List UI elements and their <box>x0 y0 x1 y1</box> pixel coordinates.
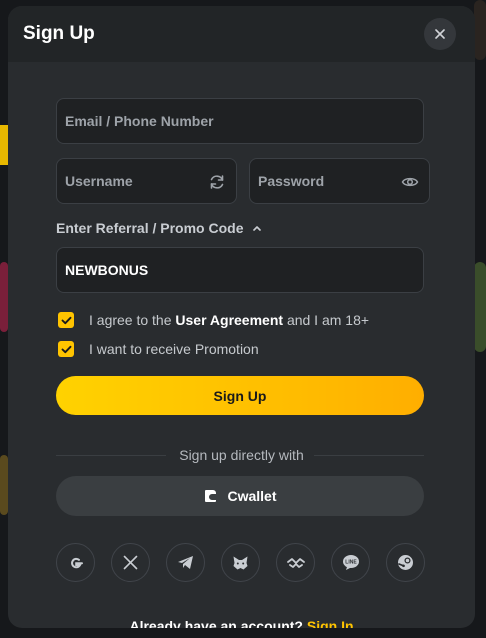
user-agreement-link[interactable]: User Agreement <box>175 312 283 328</box>
google-login-button[interactable] <box>56 543 95 582</box>
cwallet-icon <box>205 490 217 502</box>
promo-code-value: NEWBONUS <box>65 262 149 278</box>
telegram-login-button[interactable] <box>166 543 205 582</box>
promo-code-field[interactable]: NEWBONUS <box>56 247 424 293</box>
close-button[interactable] <box>424 18 456 50</box>
eye-icon[interactable] <box>401 173 419 191</box>
refresh-icon[interactable] <box>208 173 226 191</box>
walletconnect-login-button[interactable] <box>276 543 315 582</box>
walletconnect-icon <box>286 557 305 568</box>
cwallet-label: Cwallet <box>227 488 277 504</box>
username-field[interactable]: Username <box>56 158 237 204</box>
background-game-thumb <box>474 262 486 352</box>
agree-checkbox[interactable] <box>58 312 74 328</box>
close-icon <box>435 29 445 39</box>
background-banner-strip <box>0 125 8 165</box>
sign-in-link[interactable]: Sign In <box>307 618 354 628</box>
sign-up-button[interactable]: Sign Up <box>56 376 424 415</box>
password-field[interactable]: Password <box>249 158 430 204</box>
email-field[interactable]: Email / Phone Number <box>56 98 424 144</box>
x-icon <box>123 555 138 570</box>
signup-modal: Sign Up Email / Phone Number Username Pa… <box>8 6 475 628</box>
promotion-row: I want to receive Promotion <box>58 341 259 357</box>
background-game-thumb <box>0 262 8 332</box>
social-divider-text: Sign up directly with <box>179 447 304 463</box>
social-login-row: LINE <box>56 543 425 583</box>
promotion-checkbox[interactable] <box>58 341 74 357</box>
promo-toggle-label: Enter Referral / Promo Code <box>56 220 244 236</box>
metamask-icon <box>233 556 248 569</box>
signin-prompt: Already have an account? Sign In <box>8 618 475 628</box>
cwallet-button[interactable]: Cwallet <box>56 476 424 516</box>
line-icon: LINE <box>342 555 359 570</box>
background-game-thumb <box>0 455 8 515</box>
agree-suffix: and I am 18+ <box>286 312 370 328</box>
chevron-up-icon <box>252 226 261 231</box>
modal-title: Sign Up <box>23 23 95 44</box>
steam-icon <box>398 555 413 570</box>
promotion-label: I want to receive Promotion <box>89 341 259 357</box>
promo-code-toggle[interactable]: Enter Referral / Promo Code <box>56 220 262 236</box>
checkmark-icon <box>61 316 71 324</box>
checkmark-icon <box>61 345 71 353</box>
svg-text:LINE: LINE <box>345 560 357 566</box>
signin-prompt-text: Already have an account? <box>129 618 303 628</box>
modal-header: Sign Up <box>8 6 475 62</box>
agree-prefix: I agree to the <box>89 312 172 328</box>
username-placeholder: Username <box>65 173 133 189</box>
agreement-row: I agree to the User Agreement and I am 1… <box>58 312 369 328</box>
agree-text: I agree to the User Agreement and I am 1… <box>89 312 369 328</box>
line-login-button[interactable]: LINE <box>331 543 370 582</box>
metamask-login-button[interactable] <box>221 543 260 582</box>
x-login-button[interactable] <box>111 543 150 582</box>
steam-login-button[interactable] <box>386 543 425 582</box>
background-game-thumb <box>474 0 486 60</box>
telegram-icon <box>178 556 193 569</box>
password-placeholder: Password <box>258 173 325 189</box>
google-icon <box>70 557 83 568</box>
email-placeholder: Email / Phone Number <box>65 113 214 129</box>
